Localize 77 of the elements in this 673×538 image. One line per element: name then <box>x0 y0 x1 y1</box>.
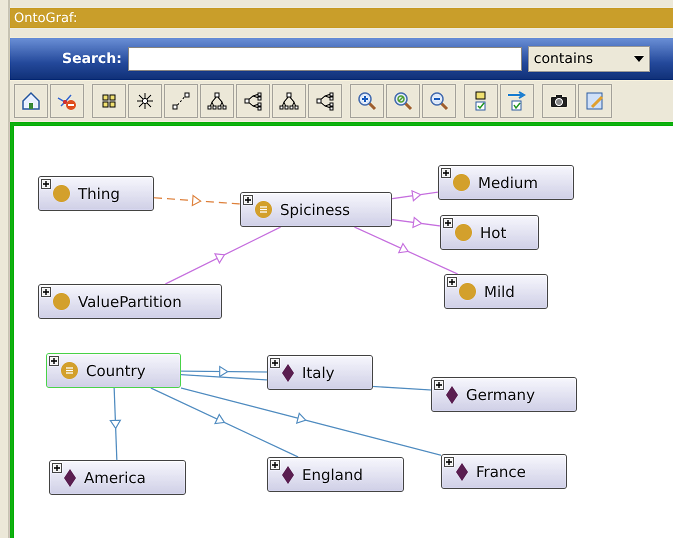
diamond-icon <box>446 386 458 404</box>
expand-icon[interactable] <box>434 380 444 390</box>
search-field[interactable] <box>128 47 522 71</box>
zoom-reset-icon <box>392 90 414 112</box>
toolbar-button[interactable] <box>464 84 498 118</box>
node-label: France <box>476 462 526 480</box>
tree-left-icon <box>314 90 336 112</box>
radial-layout-icon <box>134 90 156 112</box>
graph-node[interactable]: England <box>267 457 404 492</box>
circle-icon <box>455 224 472 241</box>
equivalence-circle-icon <box>61 362 78 379</box>
diamond-icon <box>456 462 468 480</box>
tree-down-icon <box>278 90 300 112</box>
node-label: ValuePartition <box>78 292 182 310</box>
node-label: Spiciness <box>280 200 350 218</box>
toolbar-button[interactable] <box>164 84 198 118</box>
toolbar-button[interactable] <box>14 84 48 118</box>
expand-icon[interactable] <box>52 463 62 473</box>
toolbar-button[interactable] <box>542 84 576 118</box>
graph-node[interactable]: Country <box>46 353 181 388</box>
zoom-out-icon <box>428 90 450 112</box>
expand-icon[interactable] <box>41 287 51 297</box>
graph-node[interactable]: ValuePartition <box>38 284 222 319</box>
tree-left-icon <box>242 90 264 112</box>
node-label: Medium <box>478 174 538 192</box>
edge-arrow <box>392 190 438 202</box>
toolbar-button[interactable] <box>92 84 126 118</box>
graph-node[interactable]: Hot <box>440 215 539 250</box>
node-label: Germany <box>466 386 535 404</box>
node-label: America <box>84 468 146 486</box>
toolbar-button[interactable] <box>500 84 534 118</box>
match-mode-dropdown[interactable]: contains <box>528 46 650 72</box>
arrow-checkbox-icon <box>506 90 528 112</box>
home-icon <box>20 90 42 112</box>
toolbar-button[interactable] <box>308 84 342 118</box>
search-label: Search: <box>62 51 122 67</box>
window-title: OntoGraf: <box>14 10 78 26</box>
diamond-icon <box>282 466 294 484</box>
graph-node[interactable]: Spiciness <box>240 192 392 227</box>
node-label: Italy <box>302 364 335 382</box>
caret-icon <box>634 56 644 62</box>
graph-node[interactable]: France <box>441 454 567 489</box>
circle-icon <box>453 174 470 191</box>
toolbar-button[interactable] <box>236 84 270 118</box>
circle-icon <box>53 185 70 202</box>
node-label: Thing <box>78 184 120 202</box>
edit-document-icon <box>584 90 606 112</box>
node-label: Mild <box>484 282 515 300</box>
expand-icon[interactable] <box>270 358 280 368</box>
circle-icon <box>53 293 70 310</box>
expand-icon[interactable] <box>441 168 451 178</box>
graph-node[interactable]: America <box>49 460 186 495</box>
expand-icon[interactable] <box>270 460 280 470</box>
zoom-in-icon <box>356 90 378 112</box>
node-label: Hot <box>480 224 506 242</box>
toolbar-button[interactable] <box>128 84 162 118</box>
toolbar-button[interactable] <box>200 84 234 118</box>
graph-node[interactable]: Medium <box>438 165 574 200</box>
expand-icon[interactable] <box>444 457 454 467</box>
circle-icon <box>459 283 476 300</box>
expand-icon[interactable] <box>49 356 59 366</box>
spring-layout-icon <box>170 90 192 112</box>
toolbar-button[interactable] <box>272 84 306 118</box>
diamond-icon <box>282 364 294 382</box>
expand-icon[interactable] <box>243 195 253 205</box>
tree-down-icon <box>206 90 228 112</box>
graph-node[interactable]: Mild <box>444 274 548 309</box>
node-label: England <box>302 466 363 484</box>
expand-icon[interactable] <box>447 277 457 287</box>
expand-icon[interactable] <box>41 179 51 189</box>
expand-icon[interactable] <box>443 218 453 228</box>
equivalence-circle-icon <box>255 201 272 218</box>
graph-node[interactable]: Italy <box>267 355 373 390</box>
graph-node[interactable]: Germany <box>431 377 577 412</box>
diamond-icon <box>64 468 76 486</box>
graph-node[interactable]: Thing <box>38 176 154 211</box>
node-label: Country <box>86 362 146 380</box>
